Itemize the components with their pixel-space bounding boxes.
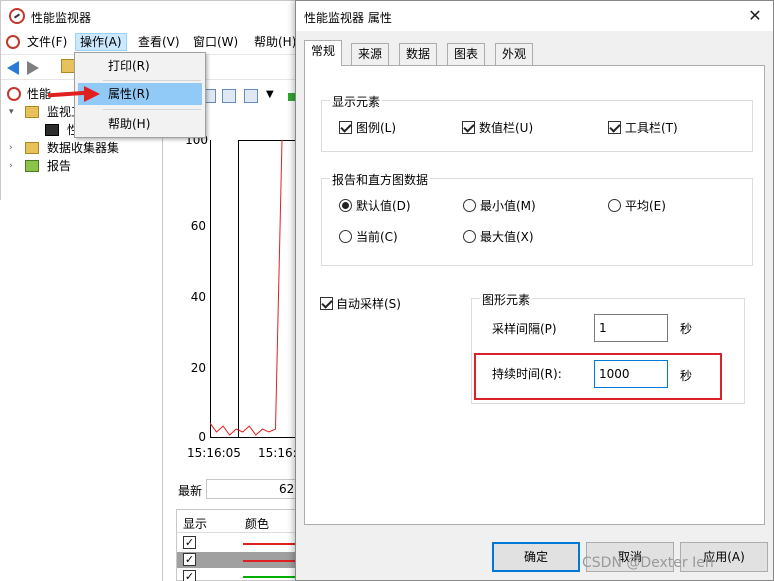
view-report-icon[interactable] <box>244 89 258 103</box>
tab-data[interactable]: 数据 <box>399 43 438 65</box>
ok-button[interactable]: 确定 <box>492 542 580 572</box>
legend-show-checkbox[interactable]: ✓ <box>183 536 196 549</box>
menu-action[interactable]: 操作(A) <box>75 33 127 51</box>
group-title: 显示元素 <box>330 93 383 110</box>
dialog-title-bar: 性能监视器 属性 ✕ <box>296 1 773 31</box>
main-window-title: 性能监视器 <box>31 11 92 25</box>
system-menu-icon[interactable] <box>6 35 20 49</box>
view-histogram-icon[interactable] <box>222 89 236 103</box>
menu-bar: 文件(F) 操作(A) 查看(V) 窗口(W) 帮助(H) <box>1 31 301 53</box>
chart-toolbar: ▼ <box>200 86 296 108</box>
dropdown-arrow-icon[interactable]: ▼ <box>266 89 274 100</box>
radio-minimum[interactable] <box>463 199 476 212</box>
forward-arrow-icon[interactable] <box>27 61 39 75</box>
tree-label-data-collector-sets: 数据收集器集 <box>47 141 120 155</box>
radio-default[interactable] <box>339 199 352 212</box>
stats-bar: 最新 62. <box>170 479 298 501</box>
expand-chevron-icon[interactable]: ▾ <box>9 103 14 121</box>
y-tick-label: 0 <box>198 430 206 444</box>
menu-window[interactable]: 窗口(W) <box>189 33 242 51</box>
sample-interval-label: 采样间隔(P) <box>492 322 557 336</box>
y-tick-label: 40 <box>190 290 206 304</box>
menu-item-print[interactable]: 打印(R) <box>78 55 202 77</box>
auto-sample-label: 自动采样(S) <box>336 297 401 311</box>
legend-show-checkbox[interactable]: ✓ <box>183 553 196 566</box>
toolbar-checkbox-label: 工具栏(T) <box>625 121 678 135</box>
legend-checkbox[interactable] <box>339 121 352 134</box>
menu-view[interactable]: 查看(V) <box>134 33 184 51</box>
close-icon[interactable]: ✕ <box>744 5 766 27</box>
tab-general[interactable]: 常规 <box>304 40 343 66</box>
legend-color-swatch <box>243 543 297 545</box>
tab-source[interactable]: 来源 <box>351 43 390 65</box>
legend-header-show: 显示 <box>183 517 208 531</box>
group-title: 报告和直方图数据 <box>330 171 431 188</box>
y-tick-label: 20 <box>190 361 206 375</box>
radio-maximum-label: 最大值(X) <box>480 230 534 244</box>
radio-maximum[interactable] <box>463 230 476 243</box>
y-tick-label: 60 <box>190 219 206 233</box>
legend-header-color: 颜色 <box>245 517 270 531</box>
value-bar-checkbox-label: 数值栏(U) <box>479 121 534 135</box>
tab-appearance[interactable]: 外观 <box>495 43 534 65</box>
legend-color-swatch <box>243 560 297 562</box>
stats-last-label: 最新 <box>178 484 203 498</box>
data-collector-icon <box>25 142 39 154</box>
menu-item-help[interactable]: 帮助(H) <box>78 113 202 135</box>
sample-interval-input[interactable] <box>594 314 668 342</box>
watermark: CSDN @Dexter Ien <box>582 555 714 571</box>
collapse-chevron-icon[interactable]: › <box>9 157 13 175</box>
toolbar-checkbox[interactable] <box>608 121 621 134</box>
auto-sample-checkbox[interactable] <box>320 297 333 310</box>
annotation-arrow-head <box>84 86 100 102</box>
collapse-chevron-icon[interactable]: › <box>9 139 13 157</box>
dialog-title: 性能监视器 属性 <box>304 11 392 25</box>
properties-dialog: 性能监视器 属性 ✕ 常规 来源 数据 图表 外观 显示元素 图例(L) 数值栏… <box>295 0 774 581</box>
radio-current[interactable] <box>339 230 352 243</box>
chart-series-svg <box>210 140 283 436</box>
counter-legend-table: 显示 颜色 ✓ ✓ ✓ <box>176 509 298 581</box>
value-bar-checkbox[interactable] <box>462 121 475 134</box>
menu-help[interactable]: 帮助(H) <box>250 33 300 51</box>
x-tick-label: 15:16:05 <box>187 446 241 460</box>
radio-minimum-label: 最小值(M) <box>480 199 536 213</box>
radio-average-label: 平均(E) <box>625 199 666 213</box>
folder-icon <box>25 106 39 118</box>
back-arrow-icon[interactable] <box>7 61 19 75</box>
tab-panel-general: 显示元素 图例(L) 数值栏(U) 工具栏(T) 报告和直方图数据 默认值(D)… <box>304 65 765 525</box>
perfmon-app-icon <box>9 8 25 24</box>
performance-icon <box>7 87 21 101</box>
stats-last-field: 62. <box>206 479 298 499</box>
tab-chart[interactable]: 图表 <box>447 43 486 65</box>
menu-file[interactable]: 文件(F) <box>23 33 71 51</box>
folder-up-icon[interactable] <box>61 59 75 73</box>
group-report-histogram: 报告和直方图数据 默认值(D) 最小值(M) 平均(E) 当前(C) 最大值(X… <box>321 171 753 266</box>
legend-checkbox-label: 图例(L) <box>356 121 397 135</box>
legend-show-checkbox[interactable]: ✓ <box>183 570 196 581</box>
main-title-bar: 性能监视器 <box>1 1 301 31</box>
annotation-highlight-box <box>474 353 722 400</box>
group-title: 图形元素 <box>480 291 533 308</box>
counter-series-line <box>210 140 283 436</box>
legend-color-swatch <box>243 576 297 578</box>
radio-default-label: 默认值(D) <box>356 199 411 213</box>
tree-label-reports: 报告 <box>47 159 72 173</box>
radio-current-label: 当前(C) <box>356 230 398 244</box>
group-display-elements: 显示元素 图例(L) 数值栏(U) 工具栏(T) <box>321 93 753 152</box>
radio-average[interactable] <box>608 199 621 212</box>
monitor-chart-icon <box>45 124 59 136</box>
sample-interval-unit: 秒 <box>680 322 693 336</box>
reports-icon <box>25 160 39 172</box>
